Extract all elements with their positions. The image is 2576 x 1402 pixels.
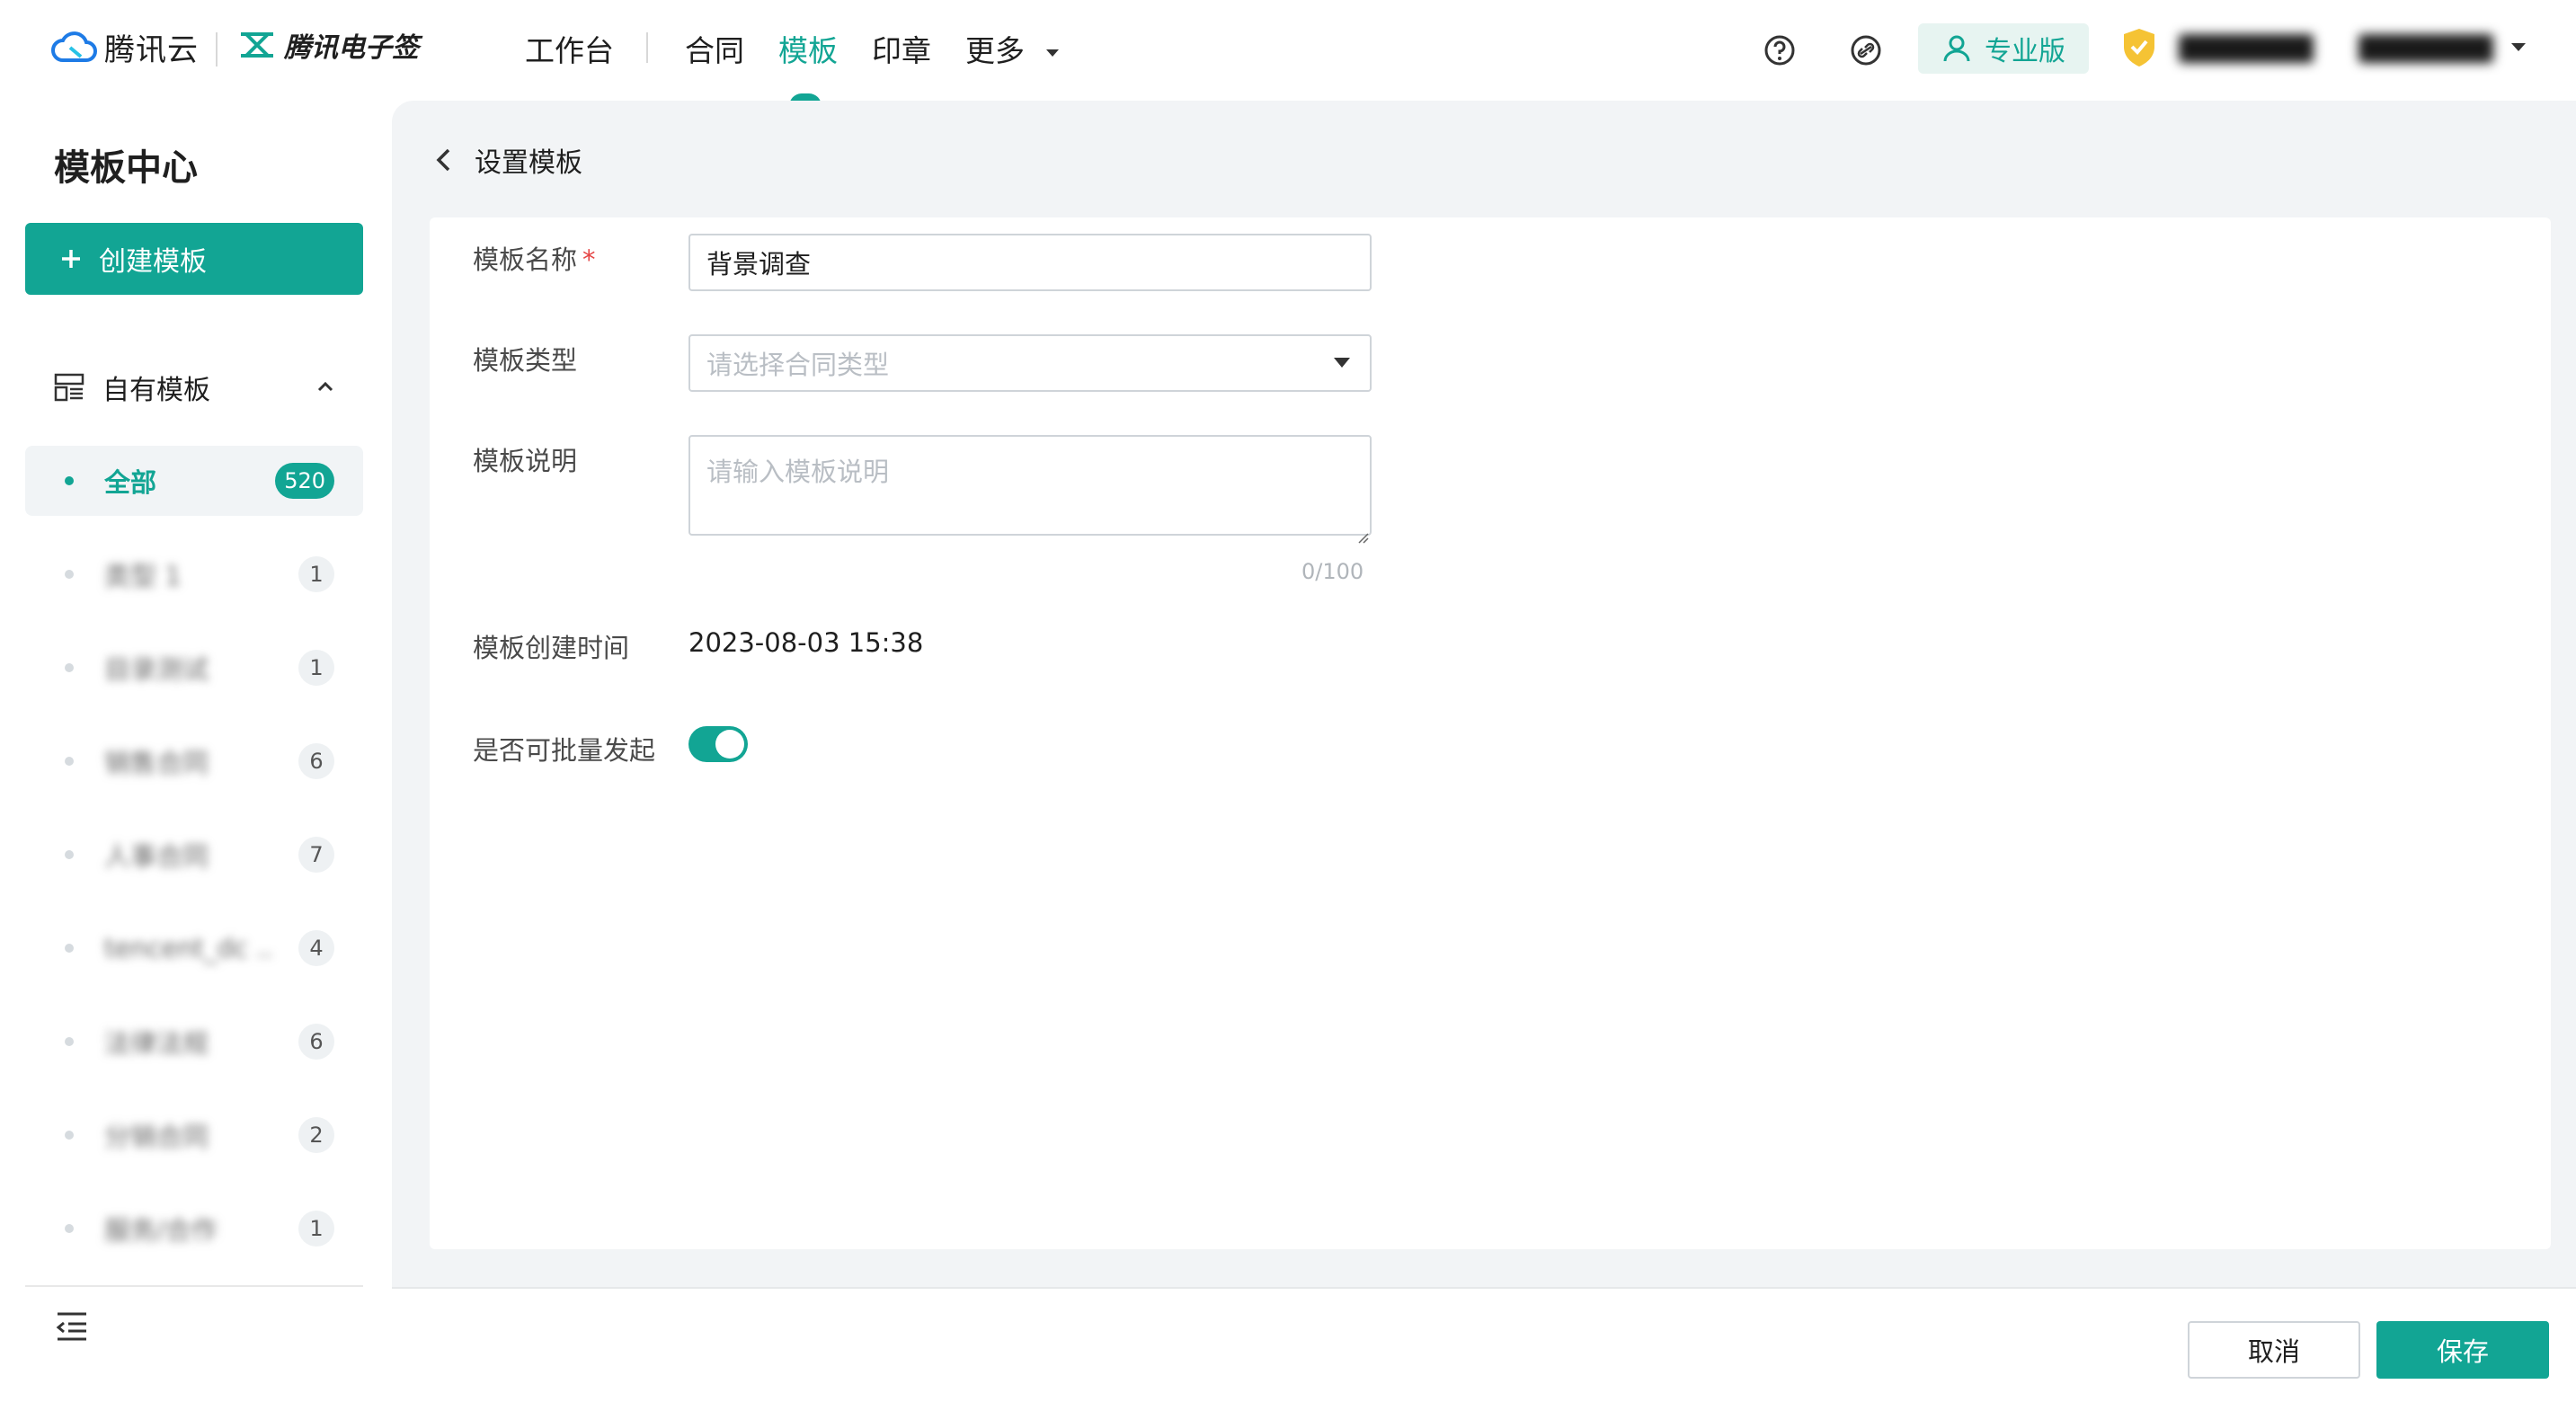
bullet-dot <box>65 663 74 672</box>
resize-handle-icon[interactable] <box>1357 532 1370 545</box>
category-item[interactable]: 目录测试 1 <box>25 633 363 703</box>
nav-seal[interactable]: 印章 <box>872 27 931 70</box>
bullet-dot <box>65 570 74 579</box>
tencent-cloud-logo[interactable]: 腾讯云 <box>50 25 199 69</box>
category-item[interactable]: 类型 1 1 <box>25 539 363 609</box>
category-item[interactable]: 人事合同 7 <box>25 820 363 890</box>
template-list-icon <box>54 373 84 402</box>
count-badge: 4 <box>298 930 334 966</box>
category-item[interactable]: 销售合同 6 <box>25 726 363 796</box>
category-name: 服务/合作 <box>104 1215 218 1246</box>
save-button[interactable]: 保存 <box>2376 1321 2549 1379</box>
chevron-left-icon <box>436 148 450 172</box>
brand-divider <box>216 32 218 67</box>
count-badge: 1 <box>298 1211 334 1247</box>
bullet-dot <box>65 944 74 953</box>
count-badge: 7 <box>298 837 334 873</box>
create-template-button[interactable]: 创建模板 <box>25 223 363 295</box>
batch-launch-toggle[interactable] <box>688 726 748 762</box>
created-time-label: 模板创建时间 <box>473 633 630 663</box>
nav-more[interactable]: 更多 <box>965 27 1061 70</box>
sidebar-divider <box>25 1285 363 1287</box>
main-content: 设置模板 模板名称* 模板类型 请选择合同类型 模板说明 0/100 模板创建时… <box>392 101 2576 1402</box>
category-item-all[interactable]: 全部 520 <box>25 446 363 516</box>
category-item[interactable]: tencent_dc .. 4 <box>25 913 363 983</box>
bullet-dot <box>65 1224 74 1233</box>
template-type-select[interactable]: 请选择合同类型 <box>688 334 1372 392</box>
template-type-label: 模板类型 <box>473 345 578 376</box>
edition-label: 专业版 <box>1985 36 2065 67</box>
caret-down-icon <box>1045 49 1059 57</box>
bullet-dot <box>65 1131 74 1140</box>
own-templates-label: 自有模板 <box>102 375 210 406</box>
template-desc-textarea[interactable] <box>688 435 1372 536</box>
cancel-button[interactable]: 取消 <box>2188 1321 2360 1379</box>
count-badge: 6 <box>298 1024 334 1060</box>
help-icon[interactable] <box>1760 31 1799 70</box>
count-badge: 520 <box>275 463 334 499</box>
count-badge: 1 <box>298 556 334 592</box>
nav-contract[interactable]: 合同 <box>685 27 744 70</box>
sidebar-title: 模板中心 <box>54 147 198 189</box>
collapse-sidebar-icon[interactable] <box>54 1309 90 1348</box>
nav-workbench[interactable]: 工作台 <box>525 27 614 70</box>
category-name: 类型 1 <box>104 561 182 591</box>
bullet-dot <box>65 1037 74 1046</box>
own-templates-group[interactable]: 自有模板 <box>54 365 338 410</box>
template-settings-form: 模板名称* 模板类型 请选择合同类型 模板说明 0/100 模板创建时间 202… <box>430 217 2551 1249</box>
template-type-placeholder: 请选择合同类型 <box>706 350 890 380</box>
nav-more-label: 更多 <box>965 33 1025 68</box>
sidebar: 模板中心 创建模板 自有模板 全部 520 类型 1 1 目录测试 1 销售合同… <box>0 101 392 1400</box>
toggle-knob <box>715 730 744 759</box>
pro-edition-badge[interactable]: 专业版 <box>1918 23 2089 74</box>
plus-icon <box>62 250 80 268</box>
category-name: tencent_dc .. <box>104 933 273 963</box>
shield-icon[interactable] <box>2121 27 2157 72</box>
template-desc-label: 模板说明 <box>473 446 578 476</box>
chevron-up-icon <box>317 381 333 392</box>
top-bar: 腾讯云 腾讯电子签 工作台 合同 模板 印章 更多 专业版 <box>0 0 2576 106</box>
category-name: 销售合同 <box>104 748 209 778</box>
esign-icon <box>241 32 273 58</box>
created-time-value: 2023-08-03 15:38 <box>688 627 924 658</box>
cloud-icon <box>51 31 97 62</box>
desc-char-counter: 0/100 <box>1301 559 1364 584</box>
account-chevron-down-icon[interactable] <box>2506 34 2545 74</box>
user-name-redacted <box>2358 34 2493 63</box>
count-badge: 1 <box>298 650 334 686</box>
category-name: 法律法规 <box>104 1028 209 1059</box>
category-item[interactable]: 服务/合作 1 <box>25 1193 363 1264</box>
org-name-redacted <box>2179 34 2314 63</box>
bullet-dot <box>65 757 74 766</box>
category-item[interactable]: 分销合同 2 <box>25 1100 363 1170</box>
template-name-input[interactable] <box>688 234 1372 291</box>
create-template-label: 创建模板 <box>99 246 207 278</box>
category-name: 目录测试 <box>104 654 209 685</box>
category-item[interactable]: 法律法规 6 <box>25 1007 363 1077</box>
link-icon[interactable] <box>1846 31 1886 70</box>
back-button[interactable]: 设置模板 <box>433 140 582 180</box>
category-name: 全部 <box>104 467 157 498</box>
esign-logo[interactable]: 腾讯电子签 <box>239 25 419 65</box>
category-name: 人事合同 <box>104 841 209 872</box>
user-icon <box>1943 35 1970 62</box>
template-name-label: 模板名称 * <box>473 244 596 275</box>
count-badge: 2 <box>298 1117 334 1153</box>
nav-divider <box>646 32 648 63</box>
page-title: 设置模板 <box>475 147 582 179</box>
bullet-dot <box>65 850 74 859</box>
nav-template[interactable]: 模板 <box>778 27 838 70</box>
required-mark: * <box>582 244 596 275</box>
batch-launch-label: 是否可批量发起 <box>473 735 656 766</box>
category-name: 分销合同 <box>104 1122 209 1152</box>
count-badge: 6 <box>298 743 334 779</box>
bullet-dot <box>65 476 74 485</box>
brand-product-text: 腾讯电子签 <box>284 32 419 64</box>
footer-actions: 取消 保存 <box>392 1287 2576 1402</box>
brand-cloud-text: 腾讯云 <box>104 32 199 68</box>
caret-down-icon <box>1334 358 1350 368</box>
